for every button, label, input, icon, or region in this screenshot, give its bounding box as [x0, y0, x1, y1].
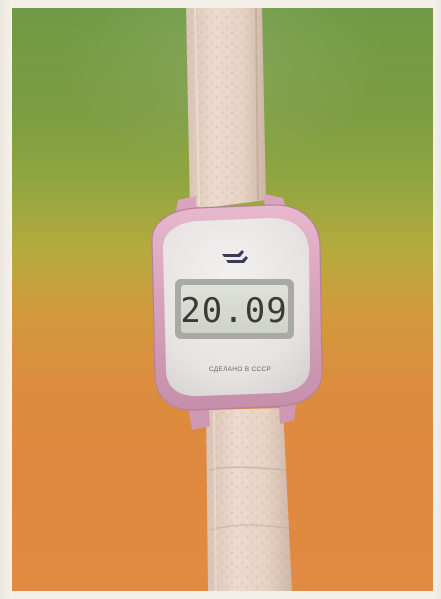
wristwatch: 20.09 СДЕЛАНО В СССР	[151, 7, 323, 592]
upper-strap	[186, 7, 266, 210]
made-in-caption: СДЕЛАНО В СССР	[209, 366, 271, 373]
photo-page: 20.09 СДЕЛАНО В СССР	[0, 0, 441, 599]
lower-strap	[206, 408, 292, 592]
time-display: 20.09	[180, 291, 287, 331]
